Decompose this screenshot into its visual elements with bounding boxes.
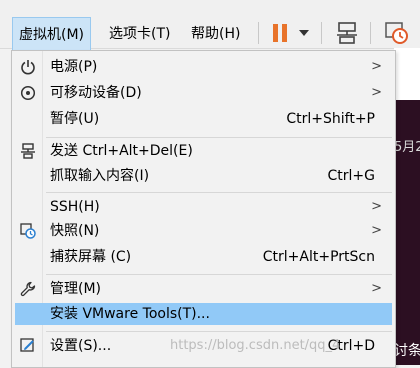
snapshot-icon xyxy=(20,223,36,239)
submenu-arrow-icon: > xyxy=(371,281,382,296)
menu-item-label: 发送 Ctrl+Alt+Del(E) xyxy=(50,143,193,159)
network-icon xyxy=(337,22,357,44)
toolbar-separator-3 xyxy=(370,22,371,44)
snapshot-button[interactable] xyxy=(382,20,412,46)
menu-item-removable-devices[interactable]: 可移动设备(D) > xyxy=(15,82,392,104)
submenu-arrow-icon: > xyxy=(371,85,382,100)
menu-separator xyxy=(46,192,392,193)
menu-item-shortcut: Ctrl+G xyxy=(327,168,376,184)
submenu-arrow-icon: > xyxy=(371,199,382,214)
submenu-arrow-icon: > xyxy=(371,223,382,238)
submenu-arrow-icon: > xyxy=(371,59,382,74)
menu-item-label: 快照(N) xyxy=(50,223,100,239)
menubar: 虚拟机(M) 选项卡(T) 帮助(H) xyxy=(0,0,420,51)
desktop-date-fragment: 5月2 xyxy=(394,140,420,155)
snapshot-clock-icon xyxy=(385,22,408,44)
desktop-text-fragment: 讨条 xyxy=(394,343,420,359)
menu-vm[interactable]: 虚拟机(M) xyxy=(12,17,92,51)
menu-title-clipped[interactable] xyxy=(0,17,10,47)
menu-item-shortcut: Ctrl+Shift+P xyxy=(286,111,375,127)
menu-item-label: 暂停(U) xyxy=(50,111,100,127)
pause-button[interactable] xyxy=(268,20,292,46)
vm-menu-dropdown: 电源(P) > 可移动设备(D) > 暂停(U) Ctrl+Shift+P 发送… xyxy=(11,50,396,368)
removable-devices-icon xyxy=(20,85,36,101)
menu-item-pause[interactable]: 暂停(U) Ctrl+Shift+P xyxy=(15,108,392,130)
menu-item-label: 安装 VMware Tools(T)... xyxy=(50,306,210,322)
menu-separator xyxy=(46,274,392,275)
menu-item-label: 电源(P) xyxy=(50,59,98,75)
menu-help[interactable]: 帮助(H) xyxy=(185,17,246,51)
menu-item-label: 设置(S)... xyxy=(50,338,112,354)
menu-item-install-vmware-tools[interactable]: 安装 VMware Tools(T)... xyxy=(15,303,392,325)
power-icon xyxy=(21,60,35,75)
network-button[interactable] xyxy=(333,20,361,46)
menu-item-send-ctrl-alt-del[interactable]: 发送 Ctrl+Alt+Del(E) xyxy=(15,140,392,162)
send-keys-icon xyxy=(21,143,35,159)
menu-item-capture-screen[interactable]: 捕获屏幕 (C) Ctrl+Alt+PrtScn xyxy=(15,246,392,268)
menu-item-label: 管理(M) xyxy=(50,281,102,297)
settings-icon xyxy=(20,338,34,352)
menu-item-label: SSH(H) xyxy=(50,199,100,215)
menu-item-power[interactable]: 电源(P) > xyxy=(15,56,392,78)
menu-item-manage[interactable]: 管理(M) > xyxy=(15,278,392,300)
watermark-text: https://blog.csdn.net/qq_4 xyxy=(170,338,341,353)
menu-item-snapshot[interactable]: 快照(N) > xyxy=(15,220,392,242)
menu-separator xyxy=(46,331,392,332)
pause-dropdown-button[interactable] xyxy=(296,20,312,46)
toolbar-separator xyxy=(258,22,259,44)
menu-item-label: 可移动设备(D) xyxy=(50,85,142,101)
menu-item-label: 捕获屏幕 (C) xyxy=(50,249,132,265)
toolbar-separator-2 xyxy=(321,22,322,44)
menu-tabs[interactable]: 选项卡(T) xyxy=(103,17,176,51)
chevron-down-icon xyxy=(299,30,309,36)
menu-item-label: 抓取输入内容(I) xyxy=(50,168,150,184)
wrench-icon xyxy=(20,281,36,297)
menu-item-ssh[interactable]: SSH(H) > xyxy=(15,196,392,218)
menu-item-shortcut: Ctrl+Alt+PrtScn xyxy=(262,249,375,265)
menu-item-grab-input[interactable]: 抓取输入内容(I) Ctrl+G xyxy=(15,165,392,187)
pause-icon xyxy=(273,24,287,42)
menu-separator xyxy=(46,137,392,138)
